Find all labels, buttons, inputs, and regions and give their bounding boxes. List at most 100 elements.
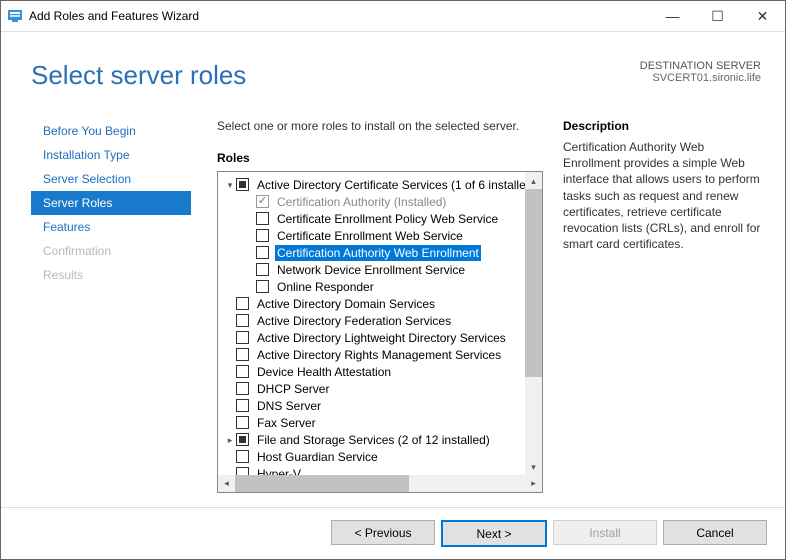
checkbox[interactable] xyxy=(256,280,269,293)
tree-row[interactable]: Online Responder xyxy=(224,278,542,295)
checkbox[interactable] xyxy=(236,331,249,344)
tree-row[interactable]: ▾ Active Directory Certificate Services (… xyxy=(224,176,542,193)
install-button: Install xyxy=(553,520,657,545)
footer: < Previous Next > Install Cancel xyxy=(1,507,785,559)
tree-item-label[interactable]: Active Directory Domain Services xyxy=(255,296,437,312)
tree-row[interactable]: Active Directory Domain Services xyxy=(224,295,542,312)
scroll-down-button[interactable]: ▾ xyxy=(525,458,542,475)
checkbox[interactable] xyxy=(236,297,249,310)
description-panel: Description Certification Authority Web … xyxy=(543,119,761,507)
tree-item-label[interactable]: Network Device Enrollment Service xyxy=(275,262,467,278)
checkbox[interactable] xyxy=(236,348,249,361)
scroll-right-button[interactable]: ▸ xyxy=(525,475,542,492)
tree-row[interactable]: Host Guardian Service xyxy=(224,448,542,465)
nav-item[interactable]: Server Roles xyxy=(31,191,191,215)
close-button[interactable]: ✕ xyxy=(740,2,785,31)
hscroll-thumb[interactable] xyxy=(235,475,409,492)
tree-item-label[interactable]: Device Health Attestation xyxy=(255,364,393,380)
nav-item[interactable]: Before You Begin xyxy=(31,119,191,143)
tree-item-label[interactable]: DNS Server xyxy=(255,398,323,414)
tree-item-label[interactable]: Host Guardian Service xyxy=(255,449,380,465)
nav-item[interactable]: Features xyxy=(31,215,191,239)
minimize-icon: — xyxy=(666,8,680,24)
tree-row[interactable]: Active Directory Rights Management Servi… xyxy=(224,346,542,363)
checkbox[interactable] xyxy=(256,263,269,276)
chevron-left-icon: ◂ xyxy=(224,478,229,489)
nav-item: Results xyxy=(31,263,191,287)
tree-row[interactable]: Certification Authority Web Enrollment xyxy=(224,244,542,261)
checkbox[interactable] xyxy=(256,195,269,208)
cancel-button[interactable]: Cancel xyxy=(663,520,767,545)
tree-item-label[interactable]: DHCP Server xyxy=(255,381,331,397)
chevron-up-icon: ▴ xyxy=(531,173,536,189)
nav-item[interactable]: Installation Type xyxy=(31,143,191,167)
header-area: Select server roles DESTINATION SERVER S… xyxy=(1,32,785,103)
title-bar: Add Roles and Features Wizard — ☐ ✕ xyxy=(1,1,785,32)
close-icon: ✕ xyxy=(757,8,769,25)
tree-scroll-viewport: ▾ Active Directory Certificate Services (… xyxy=(218,172,542,475)
maximize-button[interactable]: ☐ xyxy=(695,2,740,31)
mid-column: Select one or more roles to install on t… xyxy=(217,119,543,507)
tree-item-label[interactable]: Certification Authority Web Enrollment xyxy=(275,245,481,261)
tree-row[interactable]: DNS Server xyxy=(224,397,542,414)
tree-row[interactable]: Device Health Attestation xyxy=(224,363,542,380)
next-button[interactable]: Next > xyxy=(441,520,547,547)
tree-row[interactable]: Active Directory Federation Services xyxy=(224,312,542,329)
tree-row[interactable]: DHCP Server xyxy=(224,380,542,397)
checkbox[interactable] xyxy=(236,314,249,327)
wizard-window: Add Roles and Features Wizard — ☐ ✕ Sele… xyxy=(0,0,786,560)
tree-row[interactable]: Hyper-V xyxy=(224,465,542,475)
tree-item-label[interactable]: Fax Server xyxy=(255,415,318,431)
checkbox[interactable] xyxy=(256,246,269,259)
expander-open-icon[interactable]: ▾ xyxy=(224,177,236,193)
tree-row[interactable]: Certificate Enrollment Policy Web Servic… xyxy=(224,210,542,227)
tree-item-label[interactable]: Active Directory Lightweight Directory S… xyxy=(255,330,508,346)
scroll-left-button[interactable]: ◂ xyxy=(218,475,235,492)
scroll-up-button[interactable]: ▴ xyxy=(525,172,542,189)
tree-row[interactable]: Certification Authority (Installed) xyxy=(224,193,542,210)
checkbox[interactable] xyxy=(236,382,249,395)
tree-item-label[interactable]: Hyper-V xyxy=(255,466,303,476)
roles-label: Roles xyxy=(217,151,543,165)
scroll-thumb[interactable] xyxy=(525,189,542,377)
tree-item-label[interactable]: Certificate Enrollment Policy Web Servic… xyxy=(275,211,500,227)
checkbox[interactable] xyxy=(256,212,269,225)
checkbox[interactable] xyxy=(236,433,249,446)
tree-item-label[interactable]: Certificate Enrollment Web Service xyxy=(275,228,465,244)
checkbox[interactable] xyxy=(236,467,249,475)
vertical-scrollbar[interactable]: ▴ ▾ xyxy=(525,172,542,475)
description-heading: Description xyxy=(563,119,761,133)
description-text: Certification Authority Web Enrollment p… xyxy=(563,139,761,252)
tree-item-label[interactable]: Active Directory Federation Services xyxy=(255,313,453,329)
checkbox[interactable] xyxy=(236,365,249,378)
tree-item-label[interactable]: Active Directory Rights Management Servi… xyxy=(255,347,503,363)
tree-row[interactable]: Certificate Enrollment Web Service xyxy=(224,227,542,244)
nav-item[interactable]: Server Selection xyxy=(31,167,191,191)
content-area: Select server roles DESTINATION SERVER S… xyxy=(1,32,785,559)
checkbox[interactable] xyxy=(236,416,249,429)
tree-row[interactable]: Fax Server xyxy=(224,414,542,431)
checkbox[interactable] xyxy=(236,450,249,463)
tree-row[interactable]: ▸ File and Storage Services (2 of 12 inst… xyxy=(224,431,542,448)
tree-item-label[interactable]: Online Responder xyxy=(275,279,376,295)
hscroll-track[interactable] xyxy=(235,475,525,492)
app-icon xyxy=(7,8,23,24)
checkbox[interactable] xyxy=(236,178,249,191)
minimize-button[interactable]: — xyxy=(650,2,695,31)
checkbox[interactable] xyxy=(236,399,249,412)
tree-row[interactable]: Network Device Enrollment Service xyxy=(224,261,542,278)
tree-row[interactable]: Active Directory Lightweight Directory S… xyxy=(224,329,542,346)
page-title: Select server roles xyxy=(31,60,640,91)
chevron-right-icon: ▸ xyxy=(531,478,536,489)
previous-button[interactable]: < Previous xyxy=(331,520,435,545)
tree-item-label[interactable]: File and Storage Services (2 of 12 insta… xyxy=(255,432,492,448)
checkbox[interactable] xyxy=(256,229,269,242)
destination-block: DESTINATION SERVER SVCERT01.sironic.life xyxy=(640,60,761,84)
tree-item-label[interactable]: Active Directory Certificate Services (1… xyxy=(255,177,538,193)
expander-closed-icon[interactable]: ▸ xyxy=(224,432,236,448)
main-area: Select one or more roles to install on t… xyxy=(191,103,761,507)
scroll-track[interactable] xyxy=(525,189,542,458)
tree-item-label[interactable]: Certification Authority (Installed) xyxy=(275,194,448,210)
horizontal-scrollbar[interactable]: ◂ ▸ xyxy=(218,475,542,492)
destination-label: DESTINATION SERVER xyxy=(640,60,761,72)
